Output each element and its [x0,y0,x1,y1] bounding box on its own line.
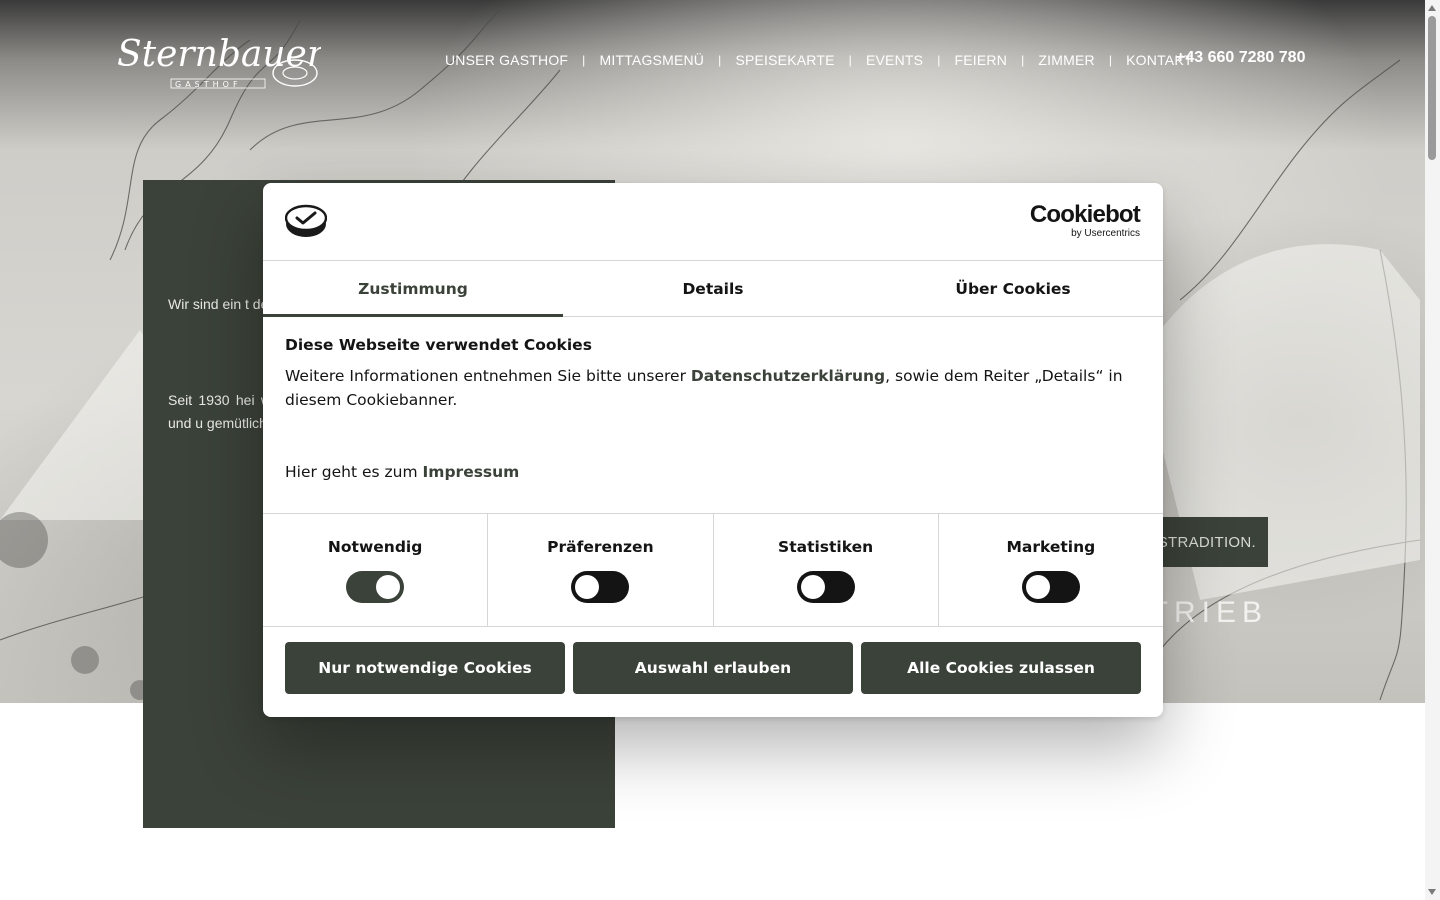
nav-separator: | [848,53,852,67]
nav-speisekarte[interactable]: SPEISEKARTE [735,52,834,68]
logo-subtext: GASTHOF [175,80,242,89]
cookie-info-text: Weitere Informationen entnehmen Sie bitt… [285,364,1141,412]
category-statistiken: Statistiken [714,514,939,626]
cookie-dialog-title: Diese Webseite verwendet Cookies [285,336,592,354]
nav-feiern[interactable]: FEIERN [955,52,1008,68]
allow-selection-button[interactable]: Auswahl erlauben [573,642,853,694]
category-praeferenzen: Präferenzen [488,514,714,626]
nav-separator: | [1021,53,1025,67]
site-brand-check-icon [285,204,327,237]
cookie-dialog-header: Cookiebot by Usercentrics [263,183,1163,261]
scroll-down-icon[interactable] [1428,889,1436,895]
nav-zimmer[interactable]: ZIMMER [1038,52,1094,68]
cookie-dialog-body: Diese Webseite verwendet Cookies Weitere… [285,336,1141,484]
category-label: Präferenzen [547,538,654,556]
nav-separator: | [718,53,722,67]
tab-details[interactable]: Details [563,261,863,316]
toggle-notwendig[interactable] [346,571,405,603]
cookiebot-logo[interactable]: Cookiebot by Usercentrics [1029,201,1141,240]
cookie-dialog-tabs: Zustimmung Details Über Cookies [263,261,1163,317]
privacy-policy-link[interactable]: Datenschutzerklärung [691,367,885,385]
allow-all-button[interactable]: Alle Cookies zulassen [861,642,1141,694]
tab-ueber-cookies[interactable]: Über Cookies [863,261,1163,316]
page-scrollbar[interactable] [1425,0,1440,900]
imprint-prefix: Hier geht es zum [285,463,423,481]
scrollbar-thumb[interactable] [1428,16,1436,160]
nav-separator: | [582,53,586,67]
nav-unser-gasthof[interactable]: UNSER GASTHOF [445,52,568,68]
cookiebot-name: Cookiebot [1029,201,1141,228]
nav-separator: | [937,53,941,67]
cookie-dialog-buttons: Nur notwendige Cookies Auswahl erlauben … [285,642,1141,694]
toggle-praeferenzen[interactable] [571,571,630,603]
cookiebot-by: by Usercentrics [1071,228,1140,239]
nav-mittagsmenu[interactable]: MITTAGSMENÜ [600,52,705,68]
imprint-text: Hier geht es zum Impressum [285,460,1141,484]
category-marketing: Marketing [939,514,1163,626]
tab-zustimmung[interactable]: Zustimmung [263,261,563,317]
category-notwendig: Notwendig [263,514,489,626]
sternbauer-logo-icon: Sternbauer GASTHOF [117,34,326,89]
toggle-statistiken[interactable] [796,571,855,603]
nav-events[interactable]: EVENTS [866,52,923,68]
toggle-knob [575,575,600,599]
category-label: Notwendig [327,538,423,556]
cookie-info-prefix: Weitere Informationen entnehmen Sie bitt… [285,367,691,385]
phone-link[interactable]: +43 660 7280 780 [1176,49,1305,67]
imprint-link[interactable]: Impressum [423,463,520,481]
toggle-knob [800,575,825,599]
only-necessary-button[interactable]: Nur notwendige Cookies [285,642,565,694]
site-logo[interactable]: Sternbauer GASTHOF [115,28,326,94]
nav-separator: | [1108,53,1113,67]
consent-categories: Notwendig Präferenzen Statistiken Market… [263,513,1163,627]
cookie-consent-dialog: Cookiebot by Usercentrics Zustimmung Det… [263,183,1163,717]
toggle-knob [376,575,401,599]
category-label: Statistiken [778,538,874,556]
logo-script-text: Sternbauer [117,34,321,75]
category-label: Marketing [1006,538,1096,556]
toggle-knob [1025,575,1050,599]
main-navigation: UNSER GASTHOF | MITTAGSMENÜ | SPEISEKART… [445,50,1193,70]
toggle-marketing[interactable] [1021,571,1080,603]
scroll-up-icon[interactable] [1428,5,1436,11]
